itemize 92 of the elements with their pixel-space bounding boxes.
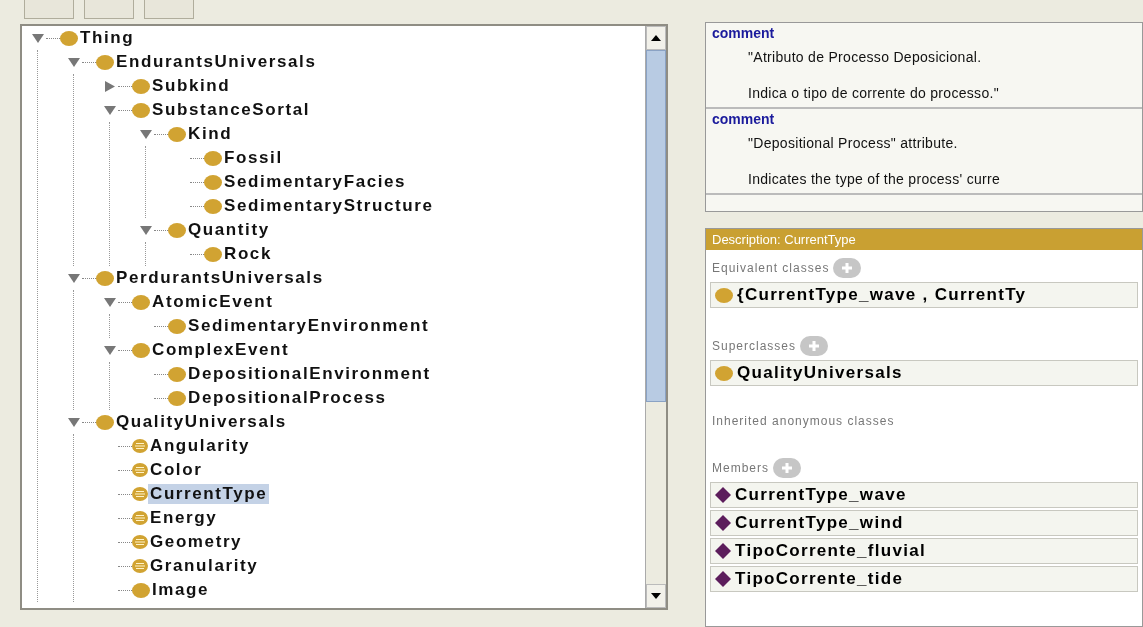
class-tree-item[interactable]: CurrentType	[148, 484, 270, 504]
class-tree-item[interactable]: SubstanceSortal	[150, 100, 313, 120]
annotation-text: "Atributo de Processo Deposicional.	[747, 49, 983, 65]
individual-icon	[715, 571, 731, 587]
class-icon	[132, 342, 150, 358]
class-icon	[168, 222, 186, 238]
class-tree-item[interactable]: Quantity	[186, 220, 272, 240]
item-label: QualityUniversals	[737, 363, 903, 383]
item-label: CurrentType_wind	[735, 513, 904, 533]
description-item[interactable]: TipoCorrente_fluvial	[710, 538, 1138, 564]
class-icon	[60, 30, 78, 46]
class-tree-item[interactable]: SedimentaryStructure	[222, 196, 436, 216]
scroll-up-button[interactable]	[646, 26, 666, 50]
scrollbar-thumb[interactable]	[646, 50, 666, 402]
expanded-arrow-icon[interactable]	[104, 104, 116, 116]
expanded-arrow-icon[interactable]	[140, 128, 152, 140]
class-tree-item[interactable]: Fossil	[222, 148, 285, 168]
class-icon	[204, 198, 222, 214]
individual-icon	[715, 515, 731, 531]
class-tree-item[interactable]: DepositionalProcess	[186, 388, 389, 408]
class-tree-item[interactable]: Subkind	[150, 76, 233, 96]
class-tree-item[interactable]: QualityUniversals	[114, 412, 289, 432]
annotation-property: comment	[712, 25, 776, 41]
class-icon	[96, 414, 114, 430]
class-tree-item[interactable]: Geometry	[148, 532, 245, 552]
section-heading: Inherited anonymous classes	[712, 414, 895, 428]
class-icon	[132, 582, 150, 598]
class-tree-item[interactable]: Angularity	[148, 436, 253, 456]
item-label: {CurrentType_wave , CurrentTy	[737, 285, 1027, 305]
section-heading: Equivalent classes	[712, 261, 830, 275]
annotation-text: "Depositional Process" attribute.	[747, 135, 959, 151]
expanded-arrow-icon[interactable]	[140, 224, 152, 236]
class-tree-item[interactable]: AtomicEvent	[150, 292, 276, 312]
class-tree-item[interactable]: Rock	[222, 244, 274, 264]
class-icon	[715, 287, 733, 303]
description-item[interactable]: QualityUniversals	[710, 360, 1138, 386]
annotation-text: Indicates the type of the process' curre	[747, 171, 1002, 187]
section-heading: Members	[712, 461, 769, 475]
class-tree-item[interactable]: Kind	[186, 124, 235, 144]
class-icon	[168, 390, 186, 406]
scroll-down-button[interactable]	[646, 584, 666, 608]
defined-class-icon	[132, 487, 148, 501]
class-icon	[715, 365, 733, 381]
class-icon	[204, 150, 222, 166]
description-item[interactable]: CurrentType_wind	[710, 510, 1138, 536]
class-icon	[204, 246, 222, 262]
description-item[interactable]: {CurrentType_wave , CurrentTy	[710, 282, 1138, 308]
up-arrow-icon	[651, 35, 661, 41]
expanded-arrow-icon[interactable]	[104, 296, 116, 308]
expanded-arrow-icon[interactable]	[68, 272, 80, 284]
class-tree-item[interactable]: SedimentaryFacies	[222, 172, 409, 192]
defined-class-icon	[132, 439, 148, 453]
expanded-arrow-icon[interactable]	[104, 344, 116, 356]
class-tree-item[interactable]: Image	[150, 580, 212, 600]
class-icon	[204, 174, 222, 190]
class-tree-item[interactable]: DepositionalEnvironment	[186, 364, 433, 384]
defined-class-icon	[132, 463, 148, 477]
individual-icon	[715, 543, 731, 559]
defined-class-icon	[132, 559, 148, 573]
section-heading: Superclasses	[712, 339, 797, 353]
expanded-arrow-icon[interactable]	[68, 416, 80, 428]
collapsed-arrow-icon[interactable]	[104, 80, 116, 92]
class-tree-item[interactable]: PerdurantsUniversals	[114, 268, 326, 288]
class-icon	[96, 270, 114, 286]
class-icon	[132, 78, 150, 94]
item-label: TipoCorrente_fluvial	[735, 541, 926, 561]
expanded-arrow-icon[interactable]	[68, 56, 80, 68]
class-icon	[132, 102, 150, 118]
class-icon	[168, 126, 186, 142]
class-tree-item[interactable]: Thing	[78, 28, 137, 48]
class-tree-item[interactable]: ComplexEvent	[150, 340, 292, 360]
class-icon	[168, 318, 186, 334]
class-tree-item[interactable]: SedimentaryEnvironment	[186, 316, 432, 336]
class-icon	[96, 54, 114, 70]
description-item[interactable]: TipoCorrente_tide	[710, 566, 1138, 592]
description-title: Description: CurrentType	[706, 229, 1142, 250]
class-icon	[168, 366, 186, 382]
class-tree-item[interactable]: Energy	[148, 508, 220, 528]
expanded-arrow-icon[interactable]	[32, 32, 44, 44]
annotation-property: comment	[712, 111, 776, 127]
annotation-text: Indica o tipo de corrente do processo."	[747, 85, 1000, 101]
item-label: CurrentType_wave	[735, 485, 907, 505]
defined-class-icon	[132, 535, 148, 549]
item-label: TipoCorrente_tide	[735, 569, 904, 589]
class-tree-item[interactable]: EndurantsUniversals	[114, 52, 319, 72]
class-tree-item[interactable]: Color	[148, 460, 205, 480]
individual-icon	[715, 487, 731, 503]
class-tree-item[interactable]: Granularity	[148, 556, 261, 576]
down-arrow-icon	[651, 593, 661, 599]
description-item[interactable]: CurrentType_wave	[710, 482, 1138, 508]
defined-class-icon	[132, 511, 148, 525]
class-icon	[132, 294, 150, 310]
